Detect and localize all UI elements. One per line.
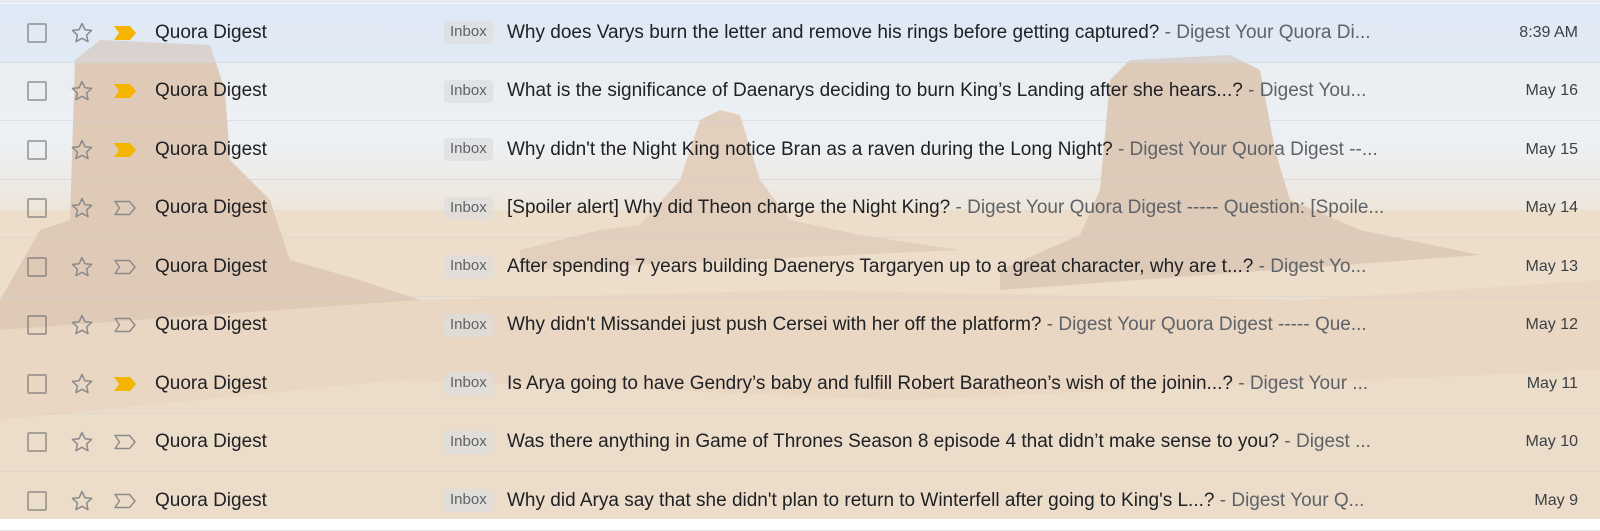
email-row[interactable]: Quora Digest Inbox What is the significanc… (0, 63, 1600, 121)
sender-name: Quora Digest (155, 138, 267, 160)
star-outline-icon[interactable] (70, 21, 94, 45)
inbox-label-badge[interactable]: Inbox (444, 372, 493, 396)
importance-marker-icon[interactable] (112, 493, 138, 509)
checkbox-icon[interactable] (27, 198, 47, 219)
email-date: May 12 (1525, 316, 1578, 334)
email-date: May 16 (1525, 82, 1578, 100)
email-snippet: - Digest Your Q... (1214, 489, 1365, 511)
email-content: Why didn't the Night King notice Bran as… (507, 139, 1439, 161)
email-row[interactable]: Quora Digest Inbox Why did Arya say that s… (0, 472, 1600, 531)
checkbox-icon[interactable] (27, 490, 47, 511)
email-subject: Why did Arya say that she didn't plan to… (507, 489, 1215, 511)
checkbox-icon[interactable] (27, 139, 47, 160)
star-outline-icon[interactable] (70, 489, 94, 513)
email-content: Why does Varys burn the letter and remov… (507, 22, 1439, 44)
email-content: Is Arya going to have Gendry’s baby and … (507, 373, 1439, 395)
email-subject: After spending 7 years building Daenerys… (507, 255, 1254, 277)
email-row[interactable]: Quora Digest Inbox Why does Varys burn the… (0, 4, 1600, 63)
importance-marker-icon[interactable] (112, 142, 138, 158)
email-row[interactable]: Quora Digest Inbox Why didn't Missandei ju… (0, 297, 1600, 355)
importance-marker-icon[interactable] (112, 317, 138, 333)
checkbox-icon[interactable] (27, 373, 47, 394)
sender-name: Quora Digest (155, 372, 267, 394)
email-subject: What is the significance of Daenarys dec… (507, 80, 1243, 102)
star-outline-icon[interactable] (70, 196, 94, 220)
email-snippet: - Digest You... (1242, 80, 1367, 102)
email-content: What is the significance of Daenarys dec… (507, 80, 1439, 102)
inbox-label-badge[interactable]: Inbox (444, 430, 493, 454)
email-subject: Is Arya going to have Gendry’s baby and … (507, 372, 1233, 394)
email-snippet: - Digest ... (1279, 431, 1371, 453)
email-content: Why did Arya say that she didn't plan to… (507, 490, 1439, 512)
star-outline-icon[interactable] (70, 372, 94, 396)
email-snippet: - Digest Your ... (1232, 372, 1369, 394)
email-date: May 11 (1526, 374, 1578, 392)
checkbox-icon[interactable] (27, 432, 47, 453)
email-date: May 14 (1525, 199, 1578, 217)
email-content: Was there anything in Game of Thrones Se… (507, 431, 1439, 453)
sender-name: Quora Digest (155, 197, 267, 219)
email-subject: Why didn't the Night King notice Bran as… (507, 138, 1113, 160)
email-snippet: - Digest Yo... (1253, 255, 1367, 277)
importance-marker-icon[interactable] (112, 25, 138, 41)
inbox-label-badge[interactable]: Inbox (444, 489, 493, 513)
sender-name: Quora Digest (155, 314, 267, 336)
inbox-label-badge[interactable]: Inbox (444, 79, 493, 103)
star-outline-icon[interactable] (70, 79, 94, 103)
email-subject: Why does Varys burn the letter and remov… (507, 21, 1160, 43)
sender-name: Quora Digest (155, 80, 267, 102)
email-date: May 15 (1525, 140, 1578, 158)
email-date: 8:39 AM (1519, 23, 1578, 41)
checkbox-icon[interactable] (27, 22, 47, 43)
email-subject: [Spoiler alert] Why did Theon charge the… (507, 197, 951, 219)
star-outline-icon[interactable] (70, 313, 94, 337)
email-subject: Was there anything in Game of Thrones Se… (507, 431, 1280, 453)
sender-name: Quora Digest (155, 489, 267, 511)
email-snippet: - Digest Your Quora Di... (1159, 21, 1371, 43)
inbox-label-badge[interactable]: Inbox (444, 255, 493, 279)
email-row[interactable]: Quora Digest Inbox After spending 7 years … (0, 238, 1600, 297)
email-row[interactable]: Quora Digest Inbox [Spoiler alert] Why did… (0, 180, 1600, 238)
star-outline-icon[interactable] (70, 430, 94, 454)
importance-marker-icon[interactable] (112, 376, 138, 392)
importance-marker-icon[interactable] (112, 200, 138, 216)
email-snippet: - Digest Your Quora Digest --... (1112, 138, 1378, 160)
email-row[interactable]: Quora Digest Inbox Why didn't the Night Ki… (0, 121, 1600, 180)
email-content: Why didn't Missandei just push Cersei wi… (507, 314, 1439, 336)
inbox-label-badge[interactable]: Inbox (444, 138, 493, 162)
importance-marker-icon[interactable] (112, 259, 138, 275)
inbox-label-badge[interactable]: Inbox (444, 196, 493, 220)
star-outline-icon[interactable] (70, 138, 94, 162)
sender-name: Quora Digest (155, 431, 267, 453)
email-row[interactable]: Quora Digest Inbox Is Arya going to have G… (0, 355, 1600, 414)
email-snippet: - Digest Your Quora Digest ----- Que... (1041, 314, 1367, 336)
email-subject: Why didn't Missandei just push Cersei wi… (507, 314, 1042, 336)
sender-name: Quora Digest (155, 21, 267, 43)
inbox-label-badge[interactable]: Inbox (444, 313, 493, 337)
importance-marker-icon[interactable] (112, 434, 138, 450)
checkbox-icon[interactable] (27, 81, 47, 102)
inbox-label-badge[interactable]: Inbox (444, 21, 493, 45)
importance-marker-icon[interactable] (112, 83, 138, 99)
checkbox-icon[interactable] (27, 315, 47, 336)
star-outline-icon[interactable] (70, 255, 94, 279)
email-snippet: - Digest Your Quora Digest ----- Questio… (950, 197, 1385, 219)
checkbox-icon[interactable] (27, 256, 47, 277)
email-date: May 13 (1525, 257, 1578, 275)
email-content: [Spoiler alert] Why did Theon charge the… (507, 197, 1439, 219)
email-date: May 10 (1525, 433, 1578, 451)
email-row[interactable]: Quora Digest Inbox Was there anything in G… (0, 414, 1600, 472)
email-content: After spending 7 years building Daenerys… (507, 256, 1439, 278)
sender-name: Quora Digest (155, 255, 267, 277)
email-date: May 9 (1534, 491, 1578, 509)
email-list: Quora Digest Inbox Why does Varys burn the… (0, 3, 1600, 531)
